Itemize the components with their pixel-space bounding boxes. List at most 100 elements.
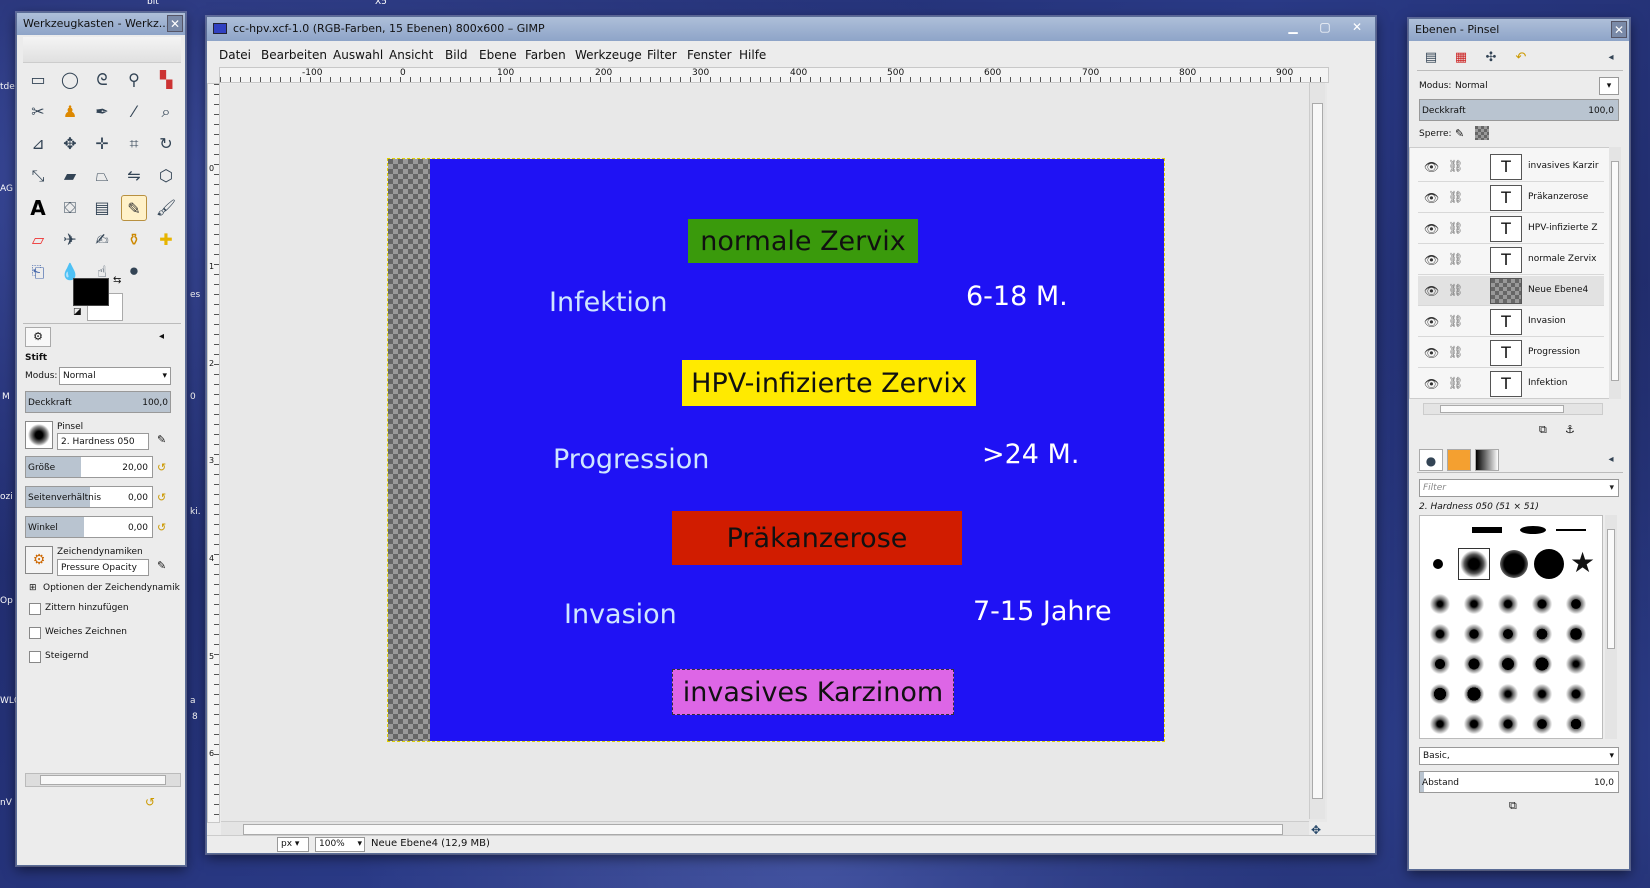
minimize-button[interactable]: ▁ xyxy=(1279,19,1307,36)
scrollbar-thumb[interactable] xyxy=(40,775,166,785)
menu-ebene[interactable]: Ebene xyxy=(479,48,517,62)
zoom-select[interactable]: 100% ▾ xyxy=(315,837,365,852)
reset-options-icon[interactable]: ↺ xyxy=(145,795,155,809)
bucket-fill-icon[interactable]: ⛋ xyxy=(57,195,83,221)
swap-colors-icon[interactable]: ⇆ xyxy=(113,275,121,286)
winkel-slider[interactable]: Winkel 0,00 xyxy=(25,516,153,538)
ink-icon[interactable]: ✍ xyxy=(89,227,115,253)
brush-item[interactable] xyxy=(1428,712,1452,736)
measure-icon[interactable]: ⊿ xyxy=(25,131,51,157)
layer-modus-dropdown[interactable]: ▾ xyxy=(1599,77,1619,95)
dynamics-field[interactable]: Pressure Opacity xyxy=(57,559,149,576)
chain-link-icon[interactable]: ⛓ xyxy=(1448,314,1463,328)
close-button[interactable]: ✕ xyxy=(1341,19,1373,36)
brush-item[interactable] xyxy=(1433,559,1443,569)
layer-modus-value[interactable]: Normal xyxy=(1455,81,1488,91)
tab-menu-icon[interactable]: ◂ xyxy=(1601,449,1621,471)
brush-item[interactable] xyxy=(1496,682,1520,706)
brush-item[interactable] xyxy=(1520,526,1546,534)
color-picker-icon[interactable]: ⁄ xyxy=(121,99,147,125)
brush-item[interactable] xyxy=(1472,527,1502,533)
brush-item[interactable] xyxy=(1564,592,1588,616)
brush-item[interactable] xyxy=(1462,592,1486,616)
airbrush-icon[interactable]: ✈ xyxy=(57,227,83,253)
brush-item[interactable] xyxy=(1428,682,1452,706)
heal-icon[interactable]: ✚ xyxy=(153,227,179,253)
visibility-eye-icon[interactable]: 👁 xyxy=(1424,284,1439,298)
brush-item[interactable] xyxy=(1428,592,1452,616)
star-brush-icon[interactable]: ★ xyxy=(1570,546,1595,579)
brush-item[interactable] xyxy=(1496,622,1520,646)
lock-pixels-icon[interactable]: ✎ xyxy=(1455,127,1464,140)
paths-tab-icon[interactable]: ✣ xyxy=(1477,47,1505,69)
scissors-icon[interactable]: ✂ xyxy=(25,99,51,125)
visibility-eye-icon[interactable]: 👁 xyxy=(1424,315,1439,329)
brush-item[interactable] xyxy=(1534,549,1564,579)
pencil-icon[interactable]: ✎ xyxy=(121,195,147,221)
duplicate-layer-icon[interactable]: ⧉ xyxy=(1539,423,1547,437)
channels-tab-icon[interactable]: ▦ xyxy=(1447,47,1475,69)
brush-filter-input[interactable]: Filter ▾ xyxy=(1419,479,1619,497)
toolbox-close-button[interactable]: ✕ xyxy=(167,15,183,32)
visibility-eye-icon[interactable]: 👁 xyxy=(1424,160,1439,174)
brush-item-selected[interactable] xyxy=(1458,548,1490,580)
brush-item[interactable] xyxy=(1564,652,1588,676)
chain-link-icon[interactable]: ⛓ xyxy=(1448,283,1463,297)
patterns-tab-icon[interactable] xyxy=(1447,449,1471,471)
zittern-checkbox[interactable] xyxy=(29,603,41,615)
toolbox-hscrollbar[interactable] xyxy=(25,773,181,787)
menu-bearbeiten[interactable]: Bearbeiten xyxy=(261,48,327,62)
shear-icon[interactable]: ▰ xyxy=(57,163,83,189)
reset-size-icon[interactable]: ↺ xyxy=(157,461,166,474)
deckkraft-slider[interactable]: Deckkraft 100,0 xyxy=(25,391,171,413)
color-select-icon[interactable]: ▚ xyxy=(153,67,179,93)
text-tool-icon[interactable]: A xyxy=(25,195,51,221)
rotate-icon[interactable]: ↻ xyxy=(153,131,179,157)
brush-item[interactable] xyxy=(1530,682,1554,706)
visibility-eye-icon[interactable]: 👁 xyxy=(1424,346,1439,360)
brush-set-select[interactable]: Basic, ▾ xyxy=(1419,747,1619,765)
layer-row[interactable]: 👁 ⛓ T HPV-infizierte Z xyxy=(1418,214,1604,244)
brush-item[interactable] xyxy=(1462,712,1486,736)
scrollbar-thumb[interactable] xyxy=(1611,161,1619,381)
menu-farben[interactable]: Farben xyxy=(525,48,566,62)
dodge-burn-icon[interactable]: ⚫ xyxy=(121,259,147,285)
layer-row[interactable]: 👁 ⛓ Neue Ebene4 xyxy=(1418,276,1604,306)
visibility-eye-icon[interactable]: 👁 xyxy=(1424,191,1439,205)
menu-bild[interactable]: Bild xyxy=(445,48,468,62)
flip-icon[interactable]: ⇋ xyxy=(121,163,147,189)
brush-item[interactable] xyxy=(1530,592,1554,616)
brush-item[interactable] xyxy=(1564,712,1588,736)
menu-fenster[interactable]: Fenster xyxy=(687,48,732,62)
brush-item[interactable] xyxy=(1496,712,1520,736)
unit-select[interactable]: px ▾ xyxy=(277,837,309,852)
brush-item[interactable] xyxy=(1428,622,1452,646)
brush-item[interactable] xyxy=(1428,652,1452,676)
brush-item[interactable] xyxy=(1462,622,1486,646)
clone-icon[interactable]: ⚱ xyxy=(121,227,147,253)
tab-menu-icon[interactable]: ◂ xyxy=(159,331,164,342)
tab-menu-icon[interactable]: ◂ xyxy=(1601,47,1621,69)
canvas-viewport[interactable]: normale Zervix HPV-infizierte Zervix Prä… xyxy=(221,84,1327,822)
menu-ansicht[interactable]: Ansicht xyxy=(389,48,433,62)
visibility-eye-icon[interactable]: 👁 xyxy=(1424,253,1439,267)
brush-preview[interactable] xyxy=(25,421,53,449)
scrollbar-thumb[interactable] xyxy=(1607,529,1615,649)
layer-row[interactable]: 👁 ⛓ T Progression xyxy=(1418,338,1604,368)
modus-select[interactable]: Normal ▾ xyxy=(59,367,171,385)
brush-scrollbar[interactable] xyxy=(1605,515,1617,739)
brush-grid[interactable]: ★ xyxy=(1419,515,1603,739)
reset-aspect-icon[interactable]: ↺ xyxy=(157,491,166,504)
weiches-checkbox[interactable] xyxy=(29,627,41,639)
brush-item[interactable] xyxy=(1462,682,1486,706)
image-canvas[interactable]: normale Zervix HPV-infizierte Zervix Prä… xyxy=(387,158,1165,742)
brush-item[interactable] xyxy=(1564,622,1588,646)
zoom-icon[interactable]: ⌕ xyxy=(153,99,179,125)
layers-close-button[interactable]: ✕ xyxy=(1611,21,1627,38)
gradients-tab-icon[interactable] xyxy=(1475,449,1499,471)
scale-icon[interactable]: ⤡ xyxy=(25,163,51,189)
brush-item[interactable] xyxy=(1496,592,1520,616)
visibility-eye-icon[interactable]: 👁 xyxy=(1424,222,1439,236)
dynamics-icon[interactable]: ⚙ xyxy=(25,546,53,574)
foreground-select-icon[interactable]: ♟ xyxy=(57,99,83,125)
